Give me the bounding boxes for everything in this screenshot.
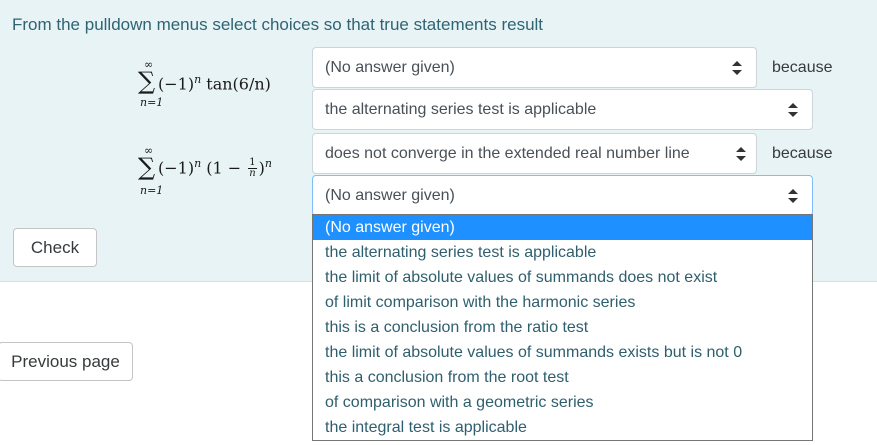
sum-lower-limit: n=1: [140, 184, 164, 197]
dropdown-option[interactable]: the limit of absolute values of summands…: [313, 265, 812, 290]
series-term: (−1)n (1 − 1 n)n: [158, 157, 272, 180]
reason-dropdown-list: (No answer given) the alternating series…: [312, 214, 813, 441]
reason-select-1-value: the alternating series test is applicabl…: [325, 100, 597, 118]
reason-select-1[interactable]: the alternating series test is applicabl…: [312, 89, 813, 130]
dropdown-option[interactable]: the limit of absolute values of summands…: [313, 340, 812, 365]
dropdown-option[interactable]: the alternating series test is applicabl…: [313, 240, 812, 265]
reason-select-2[interactable]: (No answer given): [312, 175, 813, 216]
verdict-select-2-value: does not converge in the extended real n…: [325, 144, 690, 162]
dropdown-option[interactable]: the integral test is applicable: [313, 415, 812, 440]
dropdown-option[interactable]: this is a conclusion from the ratio test: [313, 315, 812, 340]
dropdown-option[interactable]: of limit comparison with the harmonic se…: [313, 290, 812, 315]
sum-lower-limit: n=1: [140, 96, 164, 109]
because-label-1: because: [772, 59, 833, 76]
dropdown-option[interactable]: this a conclusion from the root test: [313, 365, 812, 390]
fraction: 1n: [248, 157, 257, 180]
select-arrows-icon: [788, 188, 798, 203]
sigma-symbol: ∑: [138, 153, 156, 181]
series-term: (−1)n tan(6/n): [158, 73, 271, 94]
check-button[interactable]: Check: [13, 228, 97, 267]
verdict-select-2[interactable]: does not converge in the extended real n…: [312, 133, 757, 174]
dropdown-option[interactable]: (No answer given): [313, 215, 812, 240]
select-arrows-icon: [736, 146, 746, 161]
verdict-select-1-value: (No answer given): [325, 58, 455, 76]
previous-page-button[interactable]: Previous page: [0, 342, 133, 381]
because-label-2: because: [772, 145, 833, 162]
select-arrows-icon: [788, 102, 798, 117]
dropdown-option[interactable]: of comparison with a geometric series: [313, 390, 812, 415]
series-2-formula: ∞ ∑ n=1 (−1)n (1 − 1 n)n: [138, 144, 308, 200]
sigma-symbol: ∑: [138, 67, 156, 95]
series-1-formula: ∞ ∑ n=1 (−1)n tan(6/n): [138, 58, 308, 112]
select-arrows-icon: [732, 60, 742, 75]
verdict-select-1[interactable]: (No answer given): [312, 47, 757, 88]
question-prompt: From the pulldown menus select choices s…: [12, 15, 544, 34]
reason-select-2-value: (No answer given): [325, 186, 455, 204]
